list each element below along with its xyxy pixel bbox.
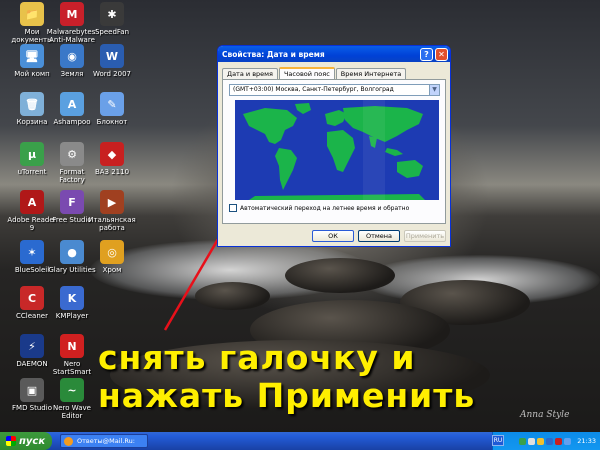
dialog-tabs: Дата и время Часовой пояс Время Интернет… [222,66,407,80]
dst-checkbox-row[interactable]: Автоматический переход на летнее время и… [229,204,409,212]
taskbar-item-label: Ответы@Mail.Ru: К... [77,437,135,450]
date-time-dialog: Свойства: Дата и время ? ✕ Дата и время … [217,45,451,247]
start-button[interactable]: пуск [0,432,52,450]
timezone-value: (GMT+03:00) Москва, Санкт-Петербург, Вол… [233,86,394,93]
dst-checkbox[interactable] [229,204,237,212]
world-map [235,100,439,200]
world-map-image [243,100,425,200]
instruction-line-2: нажать Применить [98,376,476,415]
instruction-line-1: снять галочку и [98,338,416,377]
signature-watermark: Anna Style [520,410,570,420]
timezone-panel: (GMT+03:00) Москва, Санкт-Петербург, Вол… [222,79,446,224]
ok-button[interactable]: ОК [312,230,354,242]
help-button[interactable]: ? [420,47,433,61]
antivirus-tray-icon[interactable] [555,437,563,445]
windows-flag-icon [6,436,16,446]
tab-date-time[interactable]: Дата и время [222,68,278,79]
network-tray-icon[interactable] [528,437,536,445]
taskbar: пуск Ответы@Mail.Ru: К... 21:33 [0,432,600,450]
language-indicator[interactable]: RU [492,435,504,446]
dst-checkbox-label: Автоматический переход на летнее время и… [240,204,410,212]
clock[interactable]: 21:33 [577,437,596,445]
volume-tray-icon[interactable] [537,437,545,445]
utorrent-tray-icon[interactable] [519,437,527,445]
start-label: пуск [19,435,46,447]
chevron-down-icon[interactable]: ▼ [429,85,439,95]
browser-icon [64,437,73,446]
tab-internet-time[interactable]: Время Интернета [335,68,407,79]
dialog-title: Свойства: Дата и время [222,49,325,59]
system-tray: 21:33 [492,432,600,450]
apply-button[interactable]: Применить [404,230,446,242]
tray-icon[interactable] [564,437,572,445]
close-button[interactable]: ✕ [435,47,448,61]
dialog-titlebar[interactable]: Свойства: Дата и время ? ✕ [218,46,450,62]
bluetooth-tray-icon[interactable] [546,437,554,445]
cancel-button[interactable]: Отмена [358,230,400,242]
taskbar-item-browser[interactable]: Ответы@Mail.Ru: К... [60,434,148,450]
timezone-select[interactable]: (GMT+03:00) Москва, Санкт-Петербург, Вол… [229,84,440,96]
